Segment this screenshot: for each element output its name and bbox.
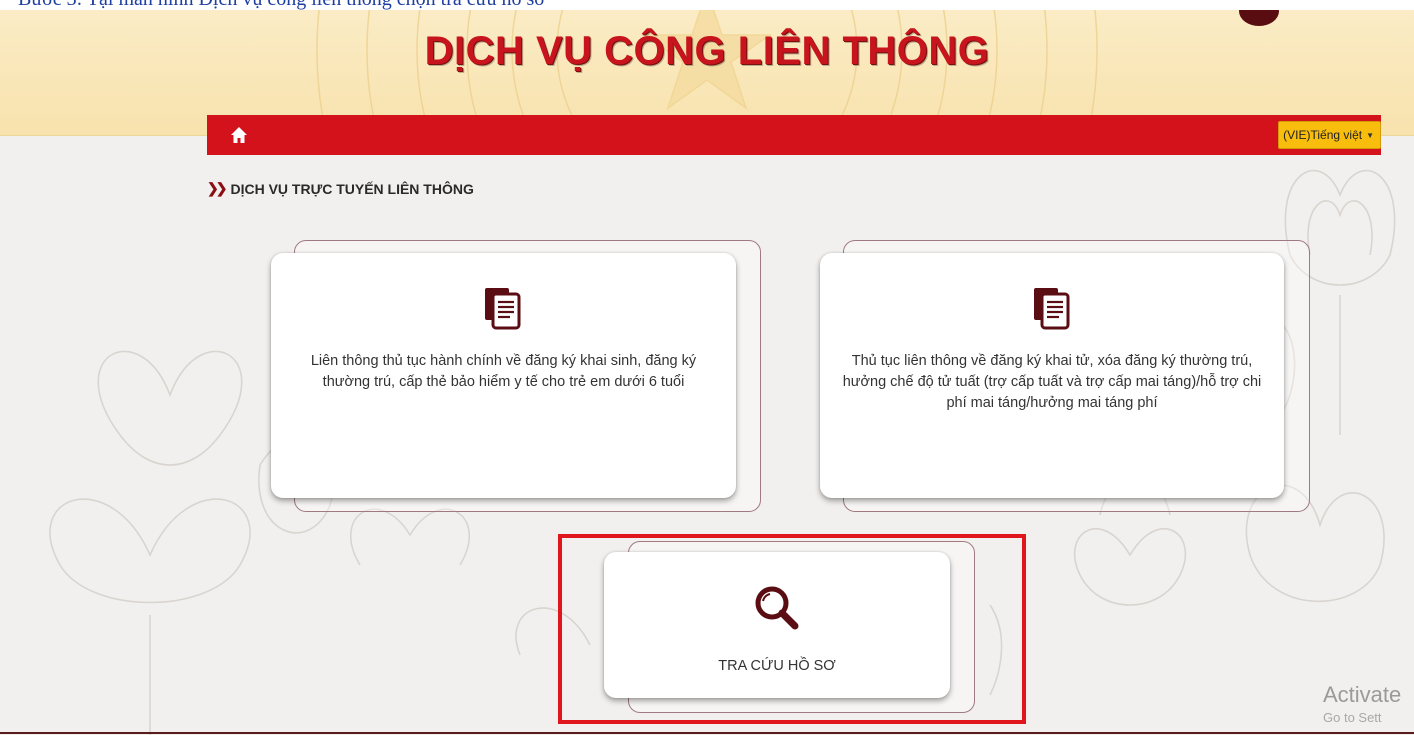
main-navbar: (VIE)Tiếng việt ▼ (207, 115, 1381, 155)
chevron-down-icon: ▼ (1366, 130, 1374, 140)
document-icon (485, 288, 521, 330)
card-label: TRA CỨU HỒ SƠ (718, 658, 836, 674)
activation-watermark-subtitle: Go to Sett (1323, 710, 1382, 725)
section-heading: ❯❯ DỊCH VỤ TRỰC TUYẾN LIÊN THÔNG (207, 180, 474, 197)
service-card-death-registration[interactable]: Thủ tục liên thông về đăng ký khai tử, x… (820, 253, 1284, 498)
lookup-records-card[interactable]: TRA CỨU HỒ SƠ (604, 552, 950, 698)
home-icon[interactable] (229, 125, 249, 145)
activation-watermark-title: Activate (1323, 682, 1402, 707)
card-description: Liên thông thủ tục hành chính về đăng ký… (310, 353, 697, 390)
language-selected-label: (VIE)Tiếng việt (1283, 128, 1363, 142)
instruction-caption: Bước 3: Tại màn hình Dịch vụ công liên t… (0, 0, 1414, 10)
language-dropdown[interactable]: (VIE)Tiếng việt ▼ (1278, 121, 1381, 149)
card-description: Thủ tục liên thông về đăng ký khai tử, x… (842, 353, 1262, 411)
document-icon (1034, 288, 1070, 330)
double-chevron-right-icon: ❯❯ (207, 180, 228, 196)
service-card-birth-registration[interactable]: Liên thông thủ tục hành chính về đăng ký… (271, 253, 736, 498)
search-icon (755, 586, 799, 630)
page-title: DỊCH VỤ CÔNG LIÊN THÔNG (424, 29, 990, 73)
section-heading-text: DỊCH VỤ TRỰC TUYẾN LIÊN THÔNG (230, 180, 474, 197)
